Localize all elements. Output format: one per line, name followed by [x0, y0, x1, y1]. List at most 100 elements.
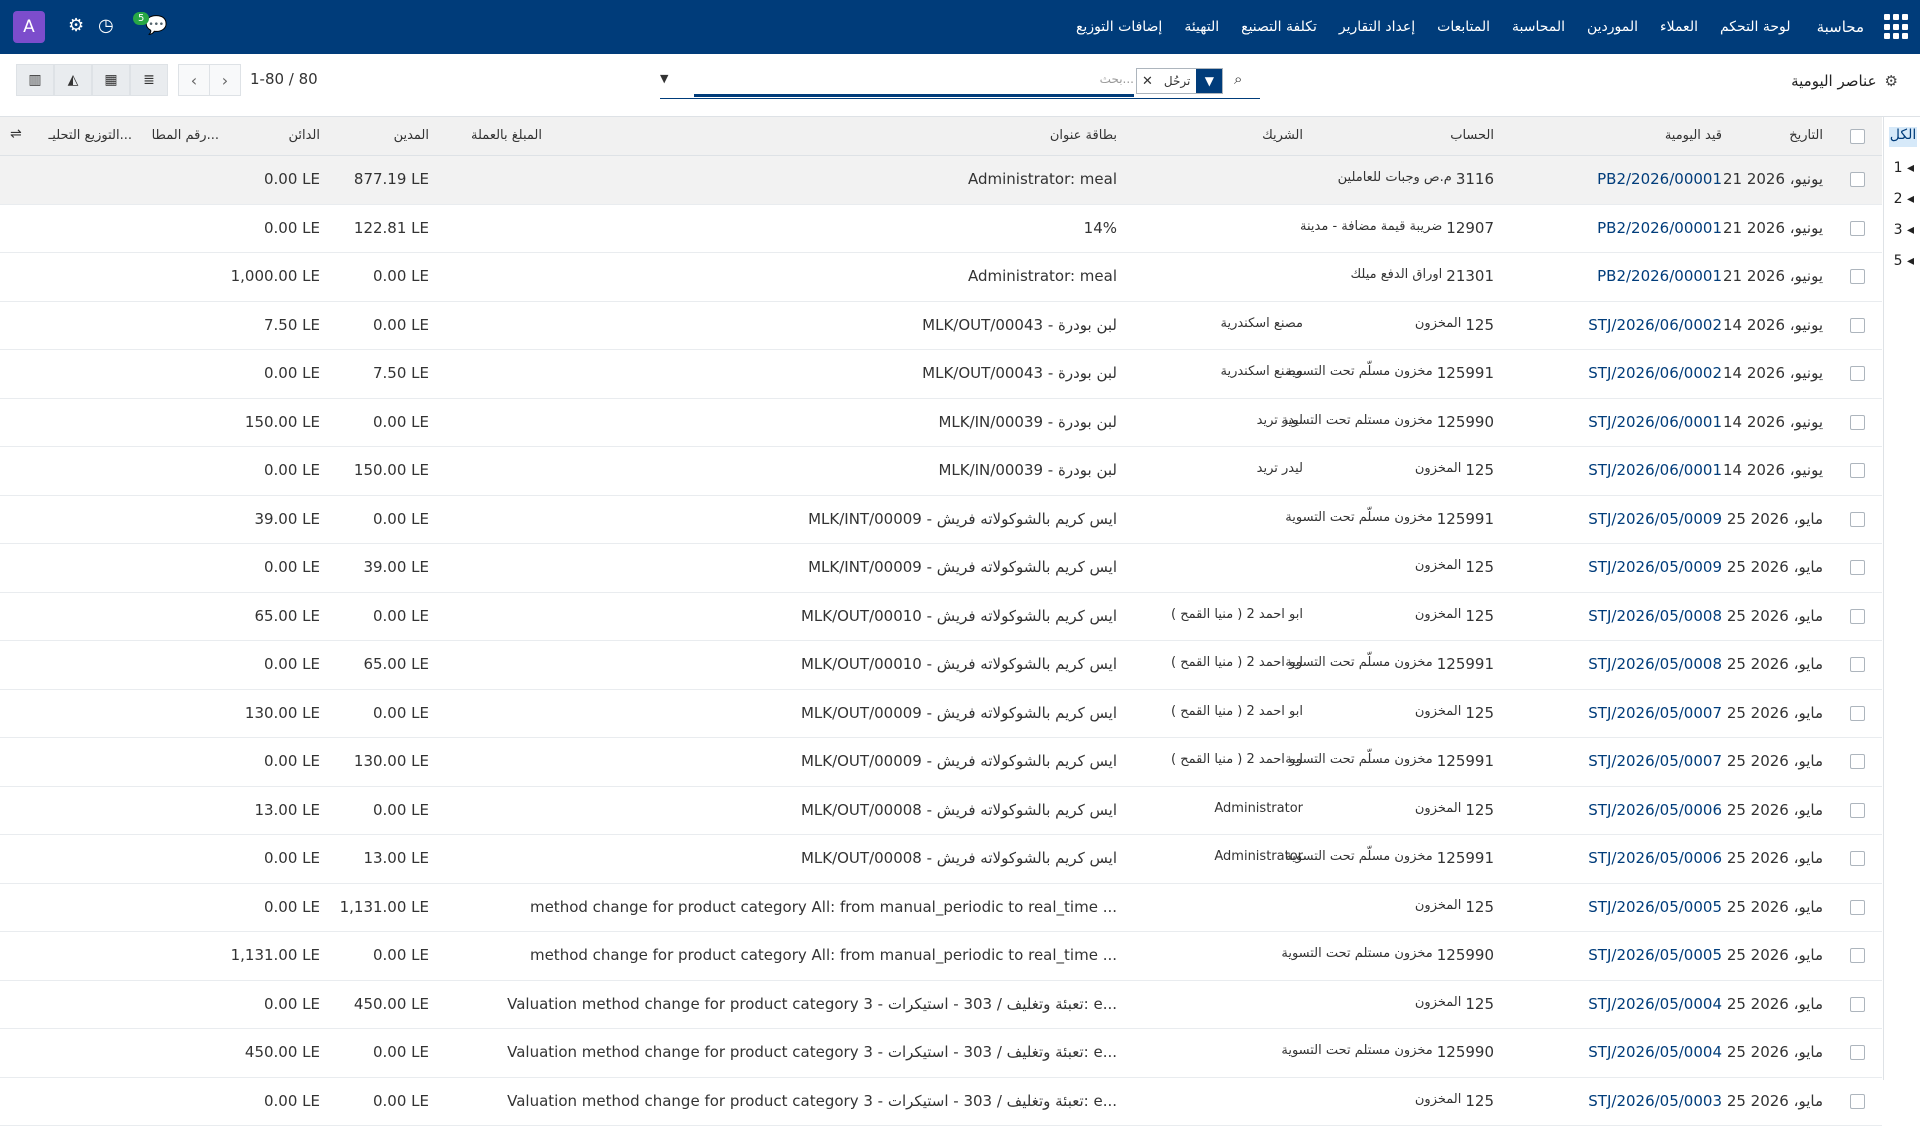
cell-move[interactable]: STJ/2026/05/0006 [1588, 801, 1722, 819]
table-row[interactable]: 25 مايو، 2026STJ/2026/05/0008125991 مخزو… [0, 641, 1882, 690]
col-header-analytic[interactable]: التوزيع التحليـ... [49, 128, 133, 143]
cell-move[interactable]: STJ/2026/06/0001 [1588, 461, 1722, 479]
table-row[interactable]: 25 مايو، 2026STJ/2026/05/0003125 المخزون… [0, 1078, 1882, 1126]
col-header-matching[interactable]: رقم المطا... [152, 128, 219, 143]
table-row[interactable]: 25 مايو، 2026STJ/2026/05/0008125 المخزون… [0, 593, 1882, 642]
cell-move[interactable]: STJ/2026/05/0006 [1588, 849, 1722, 867]
col-header-amount-currency[interactable]: المبلغ بالعملة [471, 128, 542, 143]
col-header-label[interactable]: بطاقة عنوان [1050, 128, 1117, 143]
row-checkbox[interactable] [1850, 366, 1865, 381]
cell-move[interactable]: STJ/2026/05/0004 [1588, 1043, 1722, 1061]
menu-dashboard[interactable]: لوحة التحكم [1720, 19, 1791, 35]
cell-move[interactable]: STJ/2026/05/0003 [1588, 1092, 1722, 1110]
table-row[interactable]: 25 مايو، 2026STJ/2026/05/0009125 المخزون… [0, 544, 1882, 593]
row-checkbox[interactable] [1850, 318, 1865, 333]
menu-customers[interactable]: العملاء [1660, 19, 1698, 35]
menu-reporting[interactable]: إعداد التقارير [1339, 19, 1415, 35]
table-row[interactable]: 21 يونيو، 2026PB2/2026/0000121301 اوراق … [0, 253, 1882, 302]
row-checkbox[interactable] [1850, 609, 1865, 624]
search-input[interactable]: بحث... [694, 70, 1134, 97]
pager-previous-button[interactable]: ‹ [178, 64, 210, 96]
panel-item-5[interactable]: 5 ◂ [1894, 253, 1914, 269]
col-header-credit[interactable]: الدائن [288, 128, 320, 143]
row-checkbox[interactable] [1850, 948, 1865, 963]
row-checkbox[interactable] [1850, 512, 1865, 527]
cell-move[interactable]: STJ/2026/05/0009 [1588, 510, 1722, 528]
cell-move[interactable]: PB2/2026/00001 [1597, 170, 1722, 188]
apps-menu-icon[interactable] [1884, 14, 1910, 40]
panel-item-all[interactable]: الكل [1889, 127, 1917, 147]
row-checkbox[interactable] [1850, 415, 1865, 430]
col-header-date[interactable]: التاريخ [1789, 128, 1823, 143]
pager-next-button[interactable]: › [209, 64, 241, 96]
row-checkbox[interactable] [1850, 1045, 1865, 1060]
list-view-icon[interactable]: ≣ [130, 64, 168, 96]
table-row[interactable]: 25 مايو، 2026STJ/2026/05/0004125 المخزون… [0, 981, 1882, 1030]
panel-item-2[interactable]: 2 ◂ [1894, 191, 1914, 207]
cell-move[interactable]: STJ/2026/06/0002 [1588, 364, 1722, 382]
cell-move[interactable]: STJ/2026/05/0008 [1588, 607, 1722, 625]
table-row[interactable]: 14 يونيو، 2026STJ/2026/06/0001125 المخزو… [0, 447, 1882, 496]
panel-item-3[interactable]: 3 ◂ [1894, 222, 1914, 238]
table-row[interactable]: 21 يونيو، 2026PB2/2026/000013116 م.ص وجب… [0, 156, 1882, 205]
row-checkbox[interactable] [1850, 997, 1865, 1012]
table-row[interactable]: 25 مايو، 2026STJ/2026/05/0007125 المخزون… [0, 690, 1882, 739]
table-row[interactable]: 25 مايو، 2026STJ/2026/05/0005125990 مخزو… [0, 932, 1882, 981]
kanban-view-icon[interactable]: ▥ [16, 64, 54, 96]
table-row[interactable]: 25 مايو، 2026STJ/2026/05/0005125 المخزون… [0, 884, 1882, 933]
menu-vendors[interactable]: الموردين [1587, 19, 1638, 35]
cell-move[interactable]: STJ/2026/05/0004 [1588, 995, 1722, 1013]
table-row[interactable]: 25 مايو، 2026STJ/2026/05/0006125 المخزون… [0, 787, 1882, 836]
cell-move[interactable]: STJ/2026/05/0005 [1588, 898, 1722, 916]
cell-move[interactable]: STJ/2026/06/0001 [1588, 413, 1722, 431]
row-checkbox[interactable] [1850, 269, 1865, 284]
pivot-view-icon[interactable]: ▦ [92, 64, 130, 96]
table-row[interactable]: 21 يونيو، 2026PB2/2026/0000112907 ضريبة … [0, 205, 1882, 254]
cell-move[interactable]: STJ/2026/05/0009 [1588, 558, 1722, 576]
cell-move[interactable]: PB2/2026/00001 [1597, 267, 1722, 285]
row-checkbox[interactable] [1850, 657, 1865, 672]
menu-followups[interactable]: المتابعات [1437, 19, 1490, 35]
cell-move[interactable]: STJ/2026/05/0007 [1588, 752, 1722, 770]
panel-item-1[interactable]: 1 ◂ [1894, 160, 1914, 176]
table-row[interactable]: 14 يونيو، 2026STJ/2026/06/0002125 المخزو… [0, 302, 1882, 351]
cell-move[interactable]: STJ/2026/05/0008 [1588, 655, 1722, 673]
row-checkbox[interactable] [1850, 803, 1865, 818]
user-avatar[interactable]: A [13, 11, 45, 43]
gear-icon[interactable]: ⚙ [1885, 72, 1898, 90]
facet-remove-icon[interactable]: ✕ [1137, 74, 1158, 89]
menu-distribution-addons[interactable]: إضافات التوزيع [1076, 19, 1162, 35]
row-checkbox[interactable] [1850, 560, 1865, 575]
search-options-toggle-icon[interactable]: ▼ [660, 72, 668, 85]
select-all-checkbox[interactable] [1850, 129, 1865, 144]
activity-clock-icon[interactable]: ◷ [98, 15, 114, 36]
search-icon[interactable]: ⌕ [1234, 70, 1242, 88]
cell-move[interactable]: PB2/2026/00001 [1597, 219, 1722, 237]
cell-move[interactable]: STJ/2026/05/0005 [1588, 946, 1722, 964]
graph-view-icon[interactable]: ◭ [54, 64, 92, 96]
col-header-partner[interactable]: الشريك [1262, 128, 1303, 143]
table-row[interactable]: 25 مايو، 2026STJ/2026/05/0007125991 مخزو… [0, 738, 1882, 787]
table-row[interactable]: 14 يونيو، 2026STJ/2026/06/0002125991 مخز… [0, 350, 1882, 399]
menu-configuration[interactable]: التهيئة [1184, 19, 1219, 35]
menu-accounting[interactable]: المحاسبة [1512, 19, 1565, 35]
cell-move[interactable]: STJ/2026/05/0007 [1588, 704, 1722, 722]
table-row[interactable]: 25 مايو، 2026STJ/2026/05/0009125991 مخزو… [0, 496, 1882, 545]
col-header-account[interactable]: الحساب [1450, 128, 1494, 143]
menu-app-accounting[interactable]: محاسبة [1817, 18, 1864, 36]
cell-move[interactable]: STJ/2026/06/0002 [1588, 316, 1722, 334]
table-row[interactable]: 25 مايو، 2026STJ/2026/05/0006125991 مخزو… [0, 835, 1882, 884]
row-checkbox[interactable] [1850, 706, 1865, 721]
col-header-move[interactable]: قيد اليومية [1665, 128, 1722, 143]
debug-icon[interactable]: ⚙ [68, 15, 84, 36]
row-checkbox[interactable] [1850, 221, 1865, 236]
optional-columns-icon[interactable]: ⇌ [10, 126, 22, 142]
row-checkbox[interactable] [1850, 463, 1865, 478]
row-checkbox[interactable] [1850, 851, 1865, 866]
menu-manufacturing-cost[interactable]: تكلفة التصنيع [1241, 19, 1317, 35]
row-checkbox[interactable] [1850, 1094, 1865, 1109]
col-header-debit[interactable]: المدين [394, 128, 429, 143]
row-checkbox[interactable] [1850, 900, 1865, 915]
row-checkbox[interactable] [1850, 754, 1865, 769]
table-row[interactable]: 25 مايو، 2026STJ/2026/05/0004125990 مخزو… [0, 1029, 1882, 1078]
